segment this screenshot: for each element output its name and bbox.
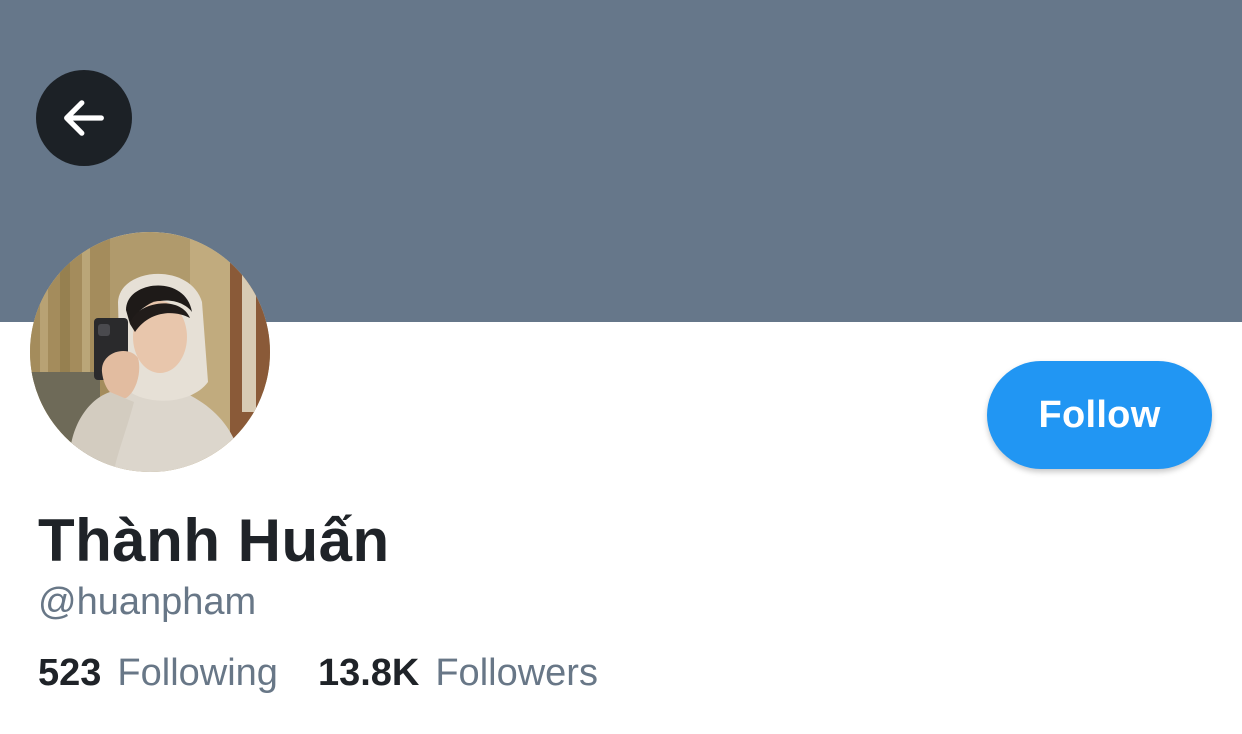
profile-stats: 523 Following 13.8K Followers <box>38 652 598 695</box>
back-button[interactable] <box>36 70 132 166</box>
display-name: Thành Huấn <box>38 507 390 574</box>
followers-label: Followers <box>435 652 598 694</box>
follow-button[interactable]: Follow <box>987 361 1212 469</box>
avatar[interactable] <box>30 232 270 472</box>
following-count: 523 <box>38 652 102 694</box>
user-handle: @huanpham <box>38 581 257 623</box>
following-label: Following <box>117 652 278 694</box>
arrow-left-icon <box>64 100 104 136</box>
profile-page: Follow Thành Huấn @huanpham 523 Followin… <box>0 0 1242 734</box>
profile-photo <box>30 232 270 472</box>
followers-count: 13.8K <box>317 652 420 694</box>
followers-link[interactable]: 13.8K Followers <box>318 652 598 695</box>
following-link[interactable]: 523 Following <box>38 652 278 695</box>
